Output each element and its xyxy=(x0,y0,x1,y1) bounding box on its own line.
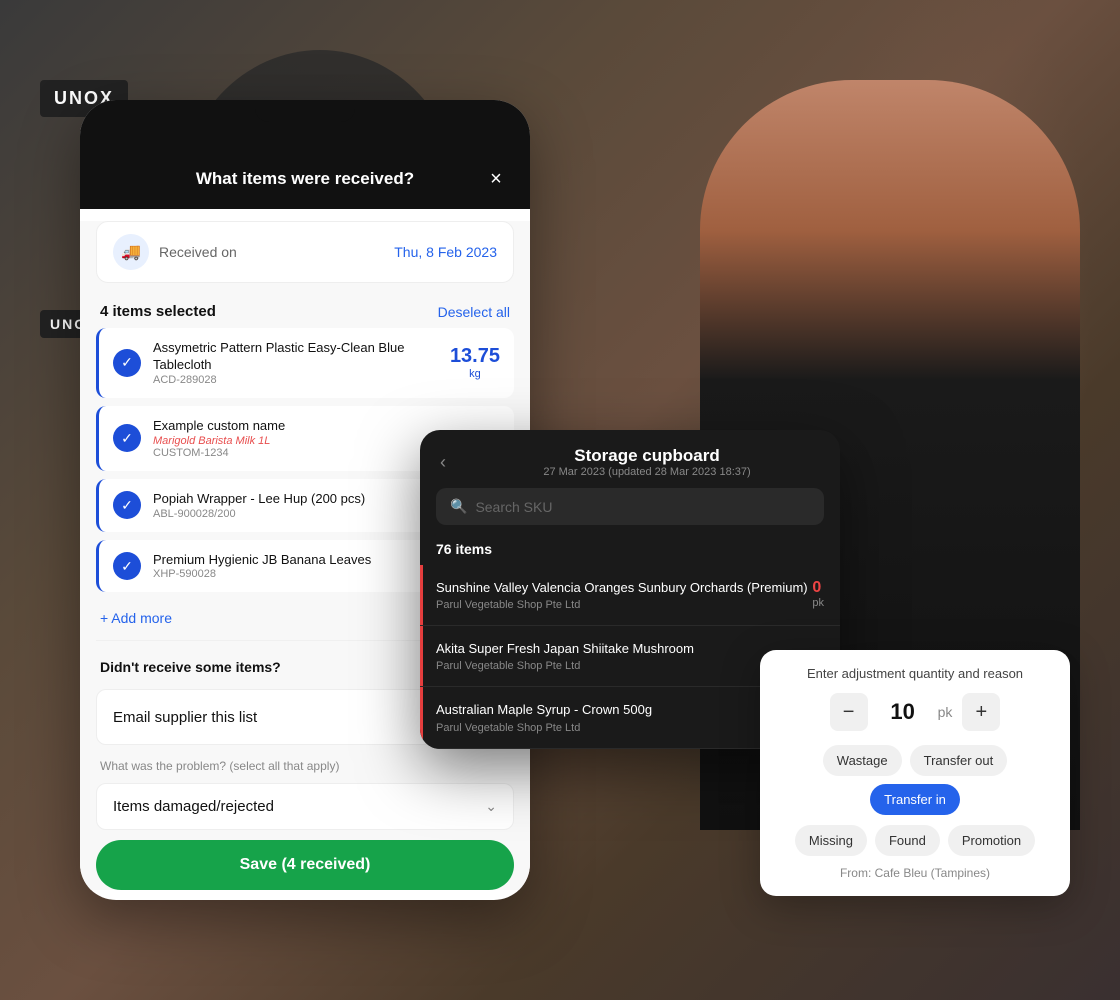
chevron-down-icon: ⌄ xyxy=(485,798,497,815)
back-button[interactable]: ‹ xyxy=(440,452,464,473)
close-button[interactable]: × xyxy=(482,165,510,193)
search-bar[interactable]: 🔍 Search SKU xyxy=(436,488,824,525)
adjustment-card: Enter adjustment quantity and reason − 1… xyxy=(760,650,1070,896)
reason-promotion[interactable]: Promotion xyxy=(948,825,1035,856)
storage-header: ‹ Storage cupboard 27 Mar 2023 (updated … xyxy=(420,430,840,488)
plus-button[interactable]: + xyxy=(962,693,1000,731)
problem-label: What was the problem? (select all that a… xyxy=(80,753,530,779)
reason-buttons: Wastage Transfer out Transfer in xyxy=(776,745,1054,815)
storage-title-block: Storage cupboard 27 Mar 2023 (updated 28… xyxy=(474,446,820,478)
storage-item-qty: 0 xyxy=(812,579,824,597)
reason-transfer-in[interactable]: Transfer in xyxy=(870,784,960,815)
storage-item-supplier: Parul Vegetable Shop Pte Ltd xyxy=(436,722,652,734)
item-name: Assymetric Pattern Plastic Easy-Clean Bl… xyxy=(153,340,438,374)
received-label: Received on xyxy=(159,244,237,260)
item-info: Assymetric Pattern Plastic Easy-Clean Bl… xyxy=(153,340,438,386)
phone-notch-area xyxy=(80,100,530,155)
save-button[interactable]: Save (4 received) xyxy=(96,840,514,890)
storage-item-supplier: Parul Vegetable Shop Pte Ltd xyxy=(436,660,694,672)
storage-item-qty-block: 0 pk xyxy=(812,579,824,609)
from-label: From: Cafe Bleu (Tampines) xyxy=(776,866,1054,880)
phone-header-title: What items were received? xyxy=(128,169,482,189)
check-icon: ✓ xyxy=(113,349,141,377)
reason-wastage[interactable]: Wastage xyxy=(823,745,902,776)
items-damaged-text: Items damaged/rejected xyxy=(113,798,274,815)
check-icon: ✓ xyxy=(113,491,141,519)
deselect-all-button[interactable]: Deselect all xyxy=(438,304,510,320)
storage-item-details: Akita Super Fresh Japan Shiitake Mushroo… xyxy=(436,640,694,672)
storage-item-supplier: Parul Vegetable Shop Pte Ltd xyxy=(436,599,808,611)
storage-subtitle: 27 Mar 2023 (updated 28 Mar 2023 18:37) xyxy=(474,466,820,478)
qty-row: − 10 pk + xyxy=(776,693,1054,731)
storage-item-unit: pk xyxy=(812,597,824,609)
items-damaged-row[interactable]: Items damaged/rejected ⌄ xyxy=(96,783,514,830)
adjustment-title: Enter adjustment quantity and reason xyxy=(776,666,1054,681)
item-sku: ACD-289028 xyxy=(153,374,438,386)
qty-unit: pk xyxy=(938,704,953,720)
storage-item-details: Australian Maple Syrup - Crown 500g Paru… xyxy=(436,701,652,733)
items-total: 76 items xyxy=(420,537,840,565)
storage-item-name: Australian Maple Syrup - Crown 500g xyxy=(436,701,652,719)
search-icon: 🔍 xyxy=(450,498,467,515)
item-qty-number: 13.75 xyxy=(450,345,500,367)
list-item[interactable]: ✓ Assymetric Pattern Plastic Easy-Clean … xyxy=(96,328,514,398)
storage-item-name: Akita Super Fresh Japan Shiitake Mushroo… xyxy=(436,640,694,658)
truck-icon: 🚚 xyxy=(113,234,149,270)
items-header: 4 items selected Deselect all xyxy=(80,295,530,328)
item-qty-unit: kg xyxy=(450,368,500,380)
phone-notch xyxy=(255,100,355,122)
reason-found[interactable]: Found xyxy=(875,825,940,856)
reason-missing[interactable]: Missing xyxy=(795,825,867,856)
email-supplier-text: Email supplier this list xyxy=(113,709,257,726)
qty-value: 10 xyxy=(878,699,928,725)
received-bar: 🚚 Received on Thu, 8 Feb 2023 xyxy=(96,221,514,283)
phone-header: What items were received? × xyxy=(80,155,530,209)
storage-title: Storage cupboard xyxy=(474,446,820,466)
search-input[interactable]: Search SKU xyxy=(475,499,552,515)
received-date[interactable]: Thu, 8 Feb 2023 xyxy=(394,244,497,260)
items-count: 4 items selected xyxy=(100,303,216,320)
check-icon: ✓ xyxy=(113,552,141,580)
minus-button[interactable]: − xyxy=(830,693,868,731)
reason-buttons-row2: Missing Found Promotion xyxy=(776,825,1054,856)
item-qty: 13.75 kg xyxy=(450,345,500,380)
storage-item-details: Sunshine Valley Valencia Oranges Sunbury… xyxy=(436,579,808,611)
check-icon: ✓ xyxy=(113,424,141,452)
storage-item-name: Sunshine Valley Valencia Oranges Sunbury… xyxy=(436,579,808,597)
reason-transfer-out[interactable]: Transfer out xyxy=(910,745,1008,776)
list-item[interactable]: Sunshine Valley Valencia Oranges Sunbury… xyxy=(420,565,840,626)
